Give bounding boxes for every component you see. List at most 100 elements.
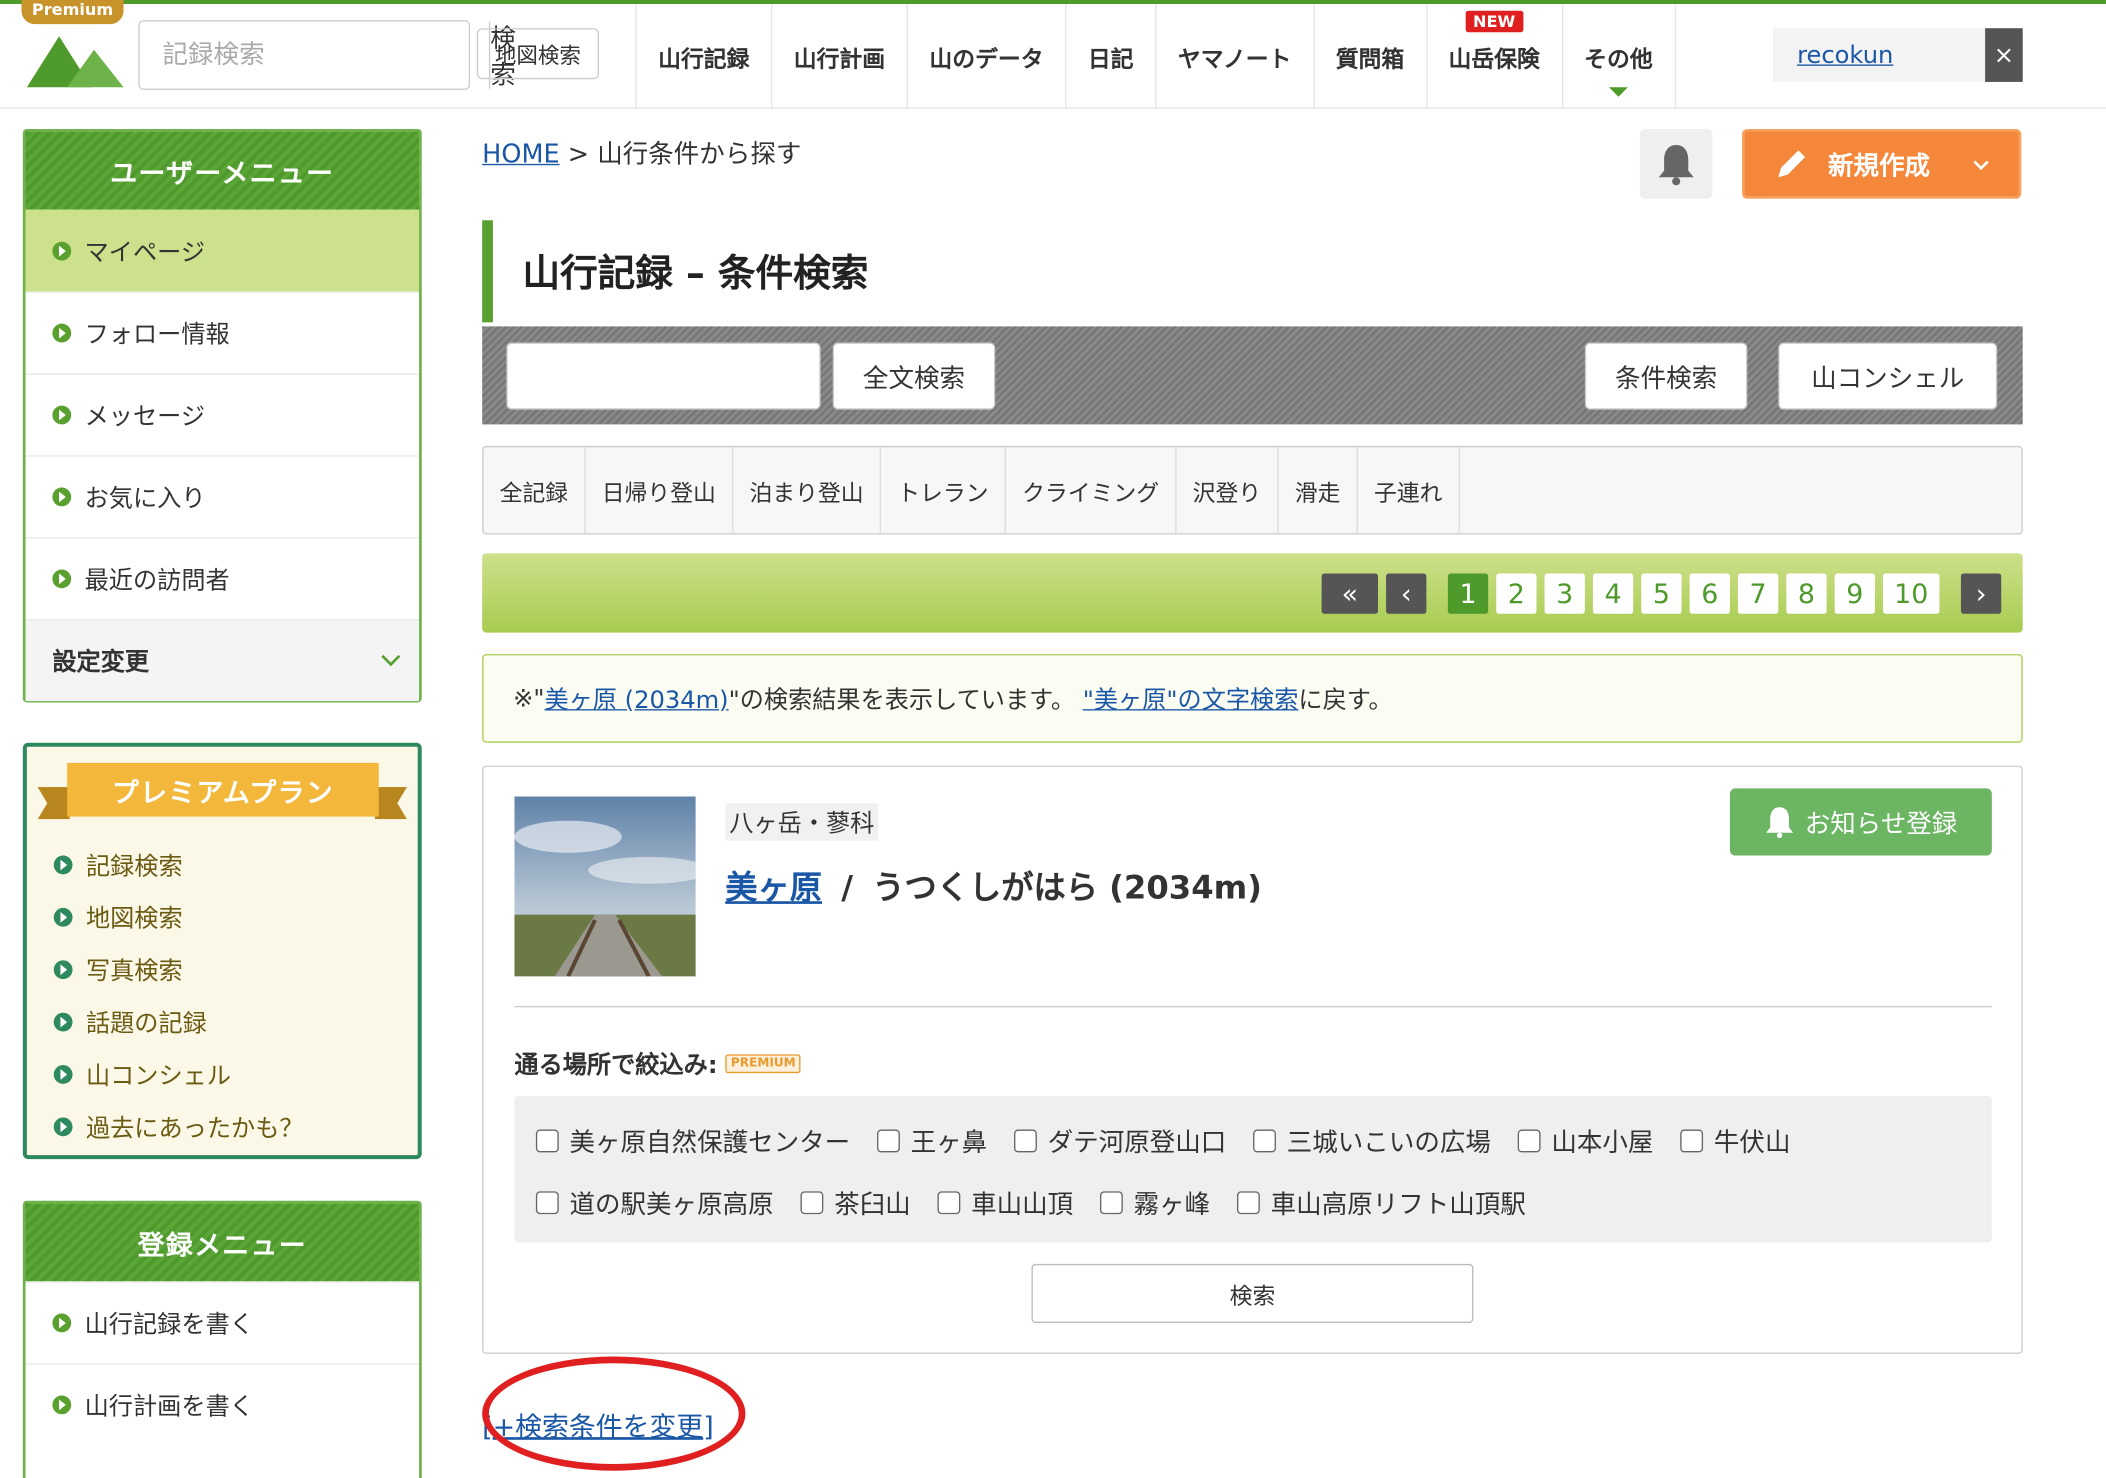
user-menu-title: ユーザーメニュー [25, 131, 420, 210]
page-5[interactable]: 5 [1641, 573, 1682, 614]
checkbox[interactable] [937, 1190, 961, 1214]
tab-stream-climbing[interactable]: 沢登り [1177, 447, 1279, 534]
sidebar-item-label: 設定変更 [52, 648, 150, 677]
notification-bell-button[interactable] [1639, 128, 1713, 199]
notice-back-link[interactable]: "美ヶ原"の文字検索 [1083, 681, 1299, 716]
premium-link-concierge[interactable]: 山コンシェル [53, 1048, 304, 1100]
mountain-result-card: 八ヶ岳・蓼科 美ヶ原 / うつくしがはら (2034m) お知らせ登録 通る場所… [482, 765, 2023, 1354]
first-page-button[interactable]: « [1321, 573, 1379, 614]
nav-plans[interactable]: 山行計画 [772, 4, 908, 109]
fulltext-search-input[interactable] [506, 342, 821, 410]
arrow-bullet-icon [53, 854, 73, 874]
premium-link-trending[interactable]: 話題の記録 [53, 995, 304, 1047]
mountain-thumbnail-image[interactable] [514, 796, 696, 977]
page-3[interactable]: 3 [1544, 573, 1585, 614]
sidebar-item-favorites[interactable]: お気に入り [25, 455, 420, 537]
tab-ski[interactable]: 滑走 [1279, 447, 1358, 534]
page-6[interactable]: 6 [1689, 573, 1730, 614]
next-page-button[interactable]: › [1960, 573, 2002, 614]
place-option[interactable]: 道の駅美ヶ原高原 [535, 1184, 774, 1220]
tab-with-kids[interactable]: 子連れ [1358, 447, 1460, 534]
nav-label: 山岳保険 [1448, 46, 1540, 74]
site-logo[interactable] [26, 31, 124, 90]
page-1[interactable]: 1 [1447, 573, 1489, 614]
user-box: recokun × [1772, 28, 2023, 82]
fulltext-search-button[interactable]: 全文検索 [832, 342, 996, 410]
place-option[interactable]: ダテ河原登山口 [1014, 1122, 1226, 1158]
page-8[interactable]: 8 [1786, 573, 1827, 614]
place-option[interactable]: 山本小屋 [1517, 1122, 1653, 1158]
nav-label: 質問箱 [1335, 46, 1405, 74]
premium-link-photo-search[interactable]: 写真検索 [53, 943, 304, 995]
checkbox[interactable] [1253, 1128, 1277, 1152]
page-7[interactable]: 7 [1737, 573, 1779, 614]
checkbox[interactable] [1100, 1190, 1123, 1214]
page-10[interactable]: 10 [1883, 573, 1940, 614]
place-option[interactable]: 車山高原リフト山頂駅 [1237, 1184, 1526, 1220]
breadcrumb-home-link[interactable]: HOME [482, 140, 559, 170]
tab-all[interactable]: 全記録 [484, 447, 586, 534]
nav-mountain-data[interactable]: 山のデータ [908, 4, 1067, 109]
nav-yamanote[interactable]: ヤマノート [1156, 4, 1315, 109]
concierge-button[interactable]: 山コンシェル [1778, 342, 1998, 410]
checkbox[interactable] [1237, 1190, 1260, 1214]
page-2[interactable]: 2 [1496, 573, 1537, 614]
place-option[interactable]: 霧ヶ峰 [1100, 1184, 1210, 1220]
mountain-name-link[interactable]: 美ヶ原 [725, 869, 822, 907]
page-9[interactable]: 9 [1834, 573, 1875, 614]
nav-questions[interactable]: 質問箱 [1314, 4, 1428, 109]
checkbox[interactable] [1680, 1128, 1704, 1152]
premium-link-map-search[interactable]: 地図検索 [53, 890, 304, 942]
map-search-button[interactable]: 地図検索 [476, 28, 600, 80]
checkbox[interactable] [535, 1128, 559, 1152]
mountain-name-line: 美ヶ原 / うつくしがはら (2034m) [725, 861, 1262, 908]
premium-link-past[interactable]: 過去にあったかも？ [53, 1100, 304, 1152]
pagination: « ‹ 1 2 3 4 5 6 7 8 9 10 › [1321, 573, 2002, 614]
close-icon[interactable]: × [1985, 28, 2023, 82]
place-option[interactable]: 王ヶ鼻 [877, 1122, 987, 1158]
sidebar-item-messages[interactable]: メッセージ [25, 373, 420, 455]
sidebar-item-write-record[interactable]: 山行記録を書く [25, 1281, 420, 1363]
register-menu-panel: 登録メニュー 山行記録を書く 山行計画を書く [22, 1200, 422, 1478]
place-option[interactable]: 牛伏山 [1680, 1122, 1790, 1158]
place-label: 霧ヶ峰 [1133, 1189, 1211, 1219]
area-tag[interactable]: 八ヶ岳・蓼科 [725, 803, 879, 841]
checkbox[interactable] [1517, 1128, 1541, 1152]
tab-overnight[interactable]: 泊まり登山 [733, 447, 882, 534]
nav-records[interactable]: 山行記録 [637, 4, 773, 109]
checkbox[interactable] [800, 1190, 824, 1214]
sidebar-item-follow[interactable]: フォロー情報 [25, 291, 420, 373]
premium-link-record-search[interactable]: 記録検索 [53, 838, 304, 890]
page-4[interactable]: 4 [1592, 573, 1634, 614]
nav-insurance[interactable]: NEW 山岳保険 [1427, 4, 1563, 109]
prev-page-button[interactable]: ‹ [1386, 573, 1427, 614]
tab-trail-run[interactable]: トレラン [881, 447, 1006, 534]
place-option[interactable]: 茶臼山 [800, 1184, 911, 1220]
checkbox[interactable] [877, 1128, 900, 1152]
arrow-bullet-icon [52, 569, 72, 589]
sidebar-item-mypage[interactable]: マイページ [25, 209, 420, 292]
checkbox[interactable] [1014, 1128, 1037, 1152]
create-new-button[interactable]: 新規作成 [1742, 128, 2022, 199]
username-link[interactable]: recokun [1773, 41, 1985, 69]
place-label: 牛伏山 [1713, 1127, 1791, 1158]
sidebar-item-write-plan[interactable]: 山行計画を書く [25, 1363, 420, 1445]
place-option[interactable]: 車山山頂 [937, 1184, 1073, 1220]
place-option[interactable]: 美ヶ原自然保護センター [535, 1122, 850, 1158]
breadcrumb: HOME > 山行条件から探す [482, 134, 801, 170]
tab-climbing[interactable]: クライミング [1006, 447, 1177, 534]
checkbox[interactable] [535, 1190, 559, 1214]
notice-result-link[interactable]: 美ヶ原 (2034m) [544, 681, 728, 716]
nav-other[interactable]: その他 [1563, 4, 1676, 109]
tab-day-hike[interactable]: 日帰り登山 [586, 447, 734, 534]
condition-search-button[interactable]: 条件検索 [1584, 342, 1748, 410]
new-badge: NEW [1464, 10, 1524, 33]
place-option[interactable]: 三城いこいの広場 [1253, 1122, 1491, 1158]
sidebar-item-settings[interactable]: 設定変更 [25, 619, 420, 702]
record-search-input[interactable] [139, 21, 489, 89]
notify-register-button[interactable]: お知らせ登録 [1729, 788, 1992, 856]
place-search-button[interactable]: 検索 [1031, 1263, 1474, 1323]
nav-diary[interactable]: 日記 [1066, 4, 1157, 109]
sidebar-item-visitors[interactable]: 最近の訪問者 [25, 537, 420, 619]
premium-tag: Premium [21, 0, 124, 25]
